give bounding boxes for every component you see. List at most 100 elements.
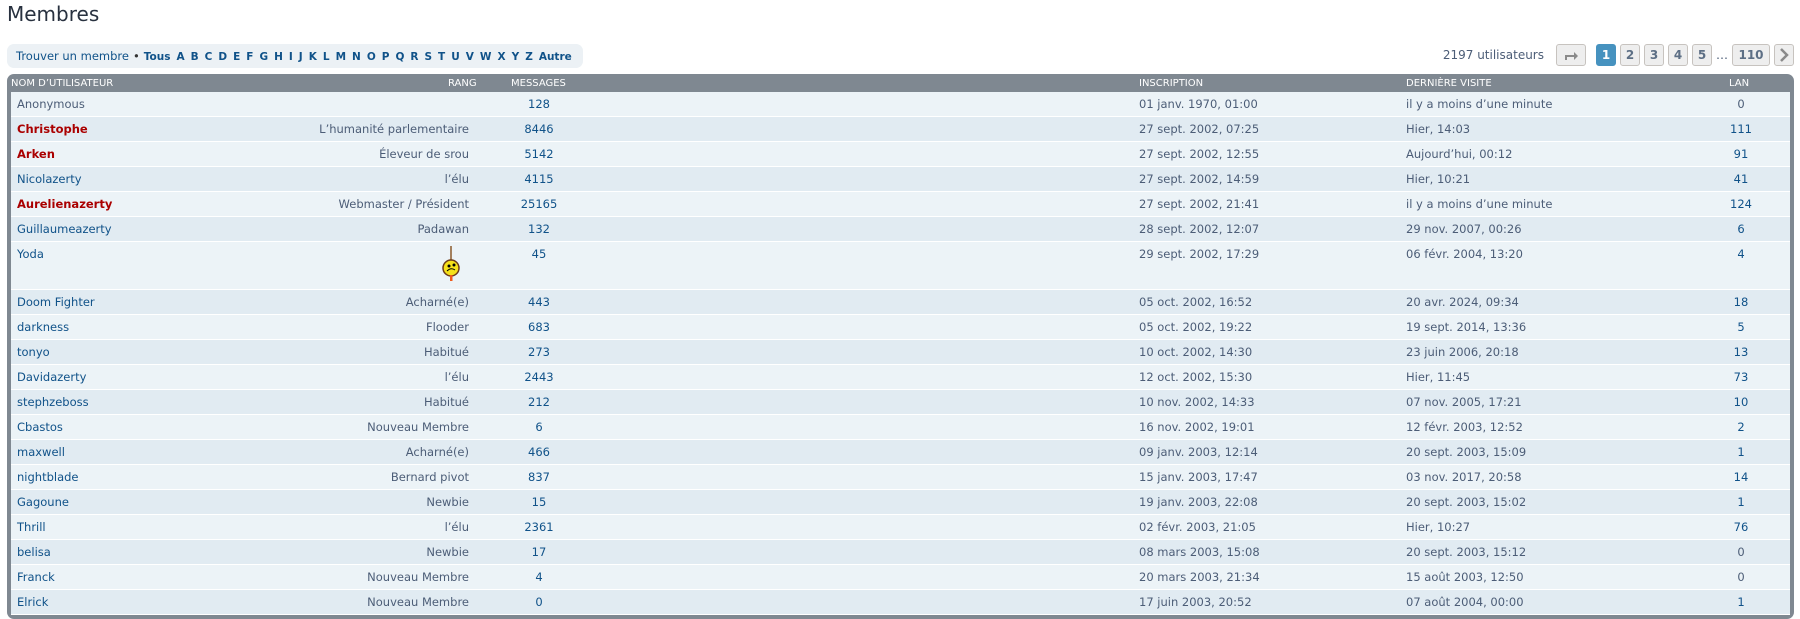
table-row: maxwell Acharné(e) 466 09 janv. 2003, 12…	[11, 440, 1790, 465]
letter-x[interactable]: X	[497, 51, 505, 63]
message-count[interactable]: 5142	[501, 142, 577, 166]
message-count[interactable]: 128	[501, 92, 577, 116]
username[interactable]: stephzeboss	[17, 390, 89, 414]
page-3[interactable]: 3	[1644, 44, 1664, 66]
letter-z[interactable]: Z	[525, 51, 533, 63]
message-count[interactable]: 8446	[501, 117, 577, 141]
message-count[interactable]: 683	[501, 315, 577, 339]
chevron-right-icon[interactable]	[1774, 44, 1794, 66]
message-count[interactable]: 6	[501, 415, 577, 439]
page-4[interactable]: 4	[1668, 44, 1688, 66]
lan-count: 4	[1737, 247, 1745, 261]
col-visit[interactable]: Dernière visite	[1406, 78, 1492, 89]
rank: Nouveau Membre	[367, 570, 469, 584]
letter-v[interactable]: V	[466, 51, 474, 63]
username[interactable]: Elrick	[17, 590, 48, 614]
col-inscription[interactable]: Inscription	[1139, 78, 1203, 89]
col-lan[interactable]: LAN	[1729, 78, 1749, 89]
letter-i[interactable]: I	[289, 51, 293, 63]
username[interactable]: nightblade	[17, 465, 79, 489]
page-1[interactable]: 1	[1596, 44, 1616, 66]
message-count[interactable]: 273	[501, 340, 577, 364]
letter-r[interactable]: R	[410, 51, 418, 63]
table-row: belisa Newbie 17 08 mars 2003, 15:08 20 …	[11, 540, 1790, 565]
message-count[interactable]: 2443	[501, 365, 577, 389]
letter-j[interactable]: J	[299, 51, 303, 63]
username[interactable]: Thrill	[17, 515, 46, 539]
letter-k[interactable]: K	[309, 51, 317, 63]
letter-d[interactable]: D	[218, 51, 227, 63]
message-count[interactable]: 212	[501, 390, 577, 414]
letter-e[interactable]: E	[233, 51, 240, 63]
message-count[interactable]: 443	[501, 290, 577, 314]
message-count[interactable]: 4115	[501, 167, 577, 191]
user-count: 2197 utilisateurs	[1442, 48, 1544, 62]
letter-w[interactable]: W	[480, 51, 492, 63]
message-count[interactable]: 17	[501, 540, 577, 564]
letter-h[interactable]: H	[274, 51, 283, 63]
letter-tous[interactable]: Tous	[144, 51, 171, 63]
page-5[interactable]: 5	[1692, 44, 1712, 66]
username[interactable]: Franck	[17, 565, 55, 589]
table-row: Elrick Nouveau Membre 0 17 juin 2003, 20…	[11, 590, 1790, 615]
username[interactable]: Christophe	[17, 117, 88, 141]
message-count[interactable]: 25165	[501, 192, 577, 216]
letter-q[interactable]: Q	[395, 51, 404, 63]
letter-c[interactable]: C	[205, 51, 213, 63]
lan-count: 124	[1730, 197, 1752, 211]
page-last[interactable]: 110	[1732, 44, 1770, 66]
lan-count: 1	[1737, 595, 1745, 609]
username[interactable]: Davidazerty	[17, 365, 86, 389]
username[interactable]: Arken	[17, 142, 55, 166]
letter-autre[interactable]: Autre	[539, 51, 572, 63]
letter-b[interactable]: B	[191, 51, 199, 63]
letter-t[interactable]: T	[438, 51, 445, 63]
message-count[interactable]: 132	[501, 217, 577, 241]
message-count[interactable]: 45	[501, 242, 577, 266]
letter-y[interactable]: Y	[512, 51, 520, 63]
rank: Habitué	[423, 345, 469, 359]
username[interactable]: maxwell	[17, 440, 65, 464]
message-count[interactable]: 2361	[501, 515, 577, 539]
username[interactable]: tonyo	[17, 340, 50, 364]
username[interactable]: Cbastos	[17, 415, 63, 439]
username[interactable]: Guillaumeazerty	[17, 217, 112, 241]
letter-l[interactable]: L	[323, 51, 330, 63]
message-count[interactable]: 4	[501, 565, 577, 589]
letter-s[interactable]: S	[424, 51, 432, 63]
message-count[interactable]: 466	[501, 440, 577, 464]
share-arrow-icon[interactable]	[1556, 44, 1586, 66]
message-count[interactable]: 837	[501, 465, 577, 489]
message-count[interactable]: 0	[501, 590, 577, 614]
rank: Habitué	[423, 395, 469, 409]
message-count[interactable]: 15	[501, 490, 577, 514]
username[interactable]: Doom Fighter	[17, 290, 95, 314]
lan-count: 10	[1733, 395, 1749, 409]
letter-f[interactable]: F	[246, 51, 253, 63]
lan-count: 1	[1737, 445, 1745, 459]
last-visit: 20 sept. 2003, 15:02	[1406, 495, 1527, 509]
registration-date: 10 oct. 2002, 14:30	[1139, 345, 1253, 359]
username[interactable]: darkness	[17, 315, 69, 339]
username[interactable]: Aurelienazerty	[17, 192, 112, 216]
username[interactable]: belisa	[17, 540, 51, 564]
letter-m[interactable]: M	[336, 51, 346, 63]
username[interactable]: Nicolazerty	[17, 167, 82, 191]
registration-date: 28 sept. 2002, 12:07	[1139, 222, 1260, 236]
letter-p[interactable]: P	[382, 51, 390, 63]
col-messages[interactable]: Messages	[511, 78, 566, 89]
letter-n[interactable]: N	[352, 51, 361, 63]
col-rang[interactable]: Rang	[448, 78, 477, 89]
letter-g[interactable]: G	[259, 51, 268, 63]
find-member-link[interactable]: Trouver un membre	[16, 49, 129, 63]
letter-a[interactable]: A	[176, 51, 184, 63]
page-2[interactable]: 2	[1620, 44, 1640, 66]
letter-o[interactable]: O	[367, 51, 376, 63]
registration-date: 29 sept. 2002, 17:29	[1139, 247, 1260, 261]
letter-u[interactable]: U	[451, 51, 460, 63]
col-name[interactable]: Nom d’utilisateur	[11, 78, 113, 89]
username[interactable]: Gagoune	[17, 490, 69, 514]
registration-date: 27 sept. 2002, 14:59	[1139, 172, 1260, 186]
registration-date: 27 sept. 2002, 07:25	[1139, 122, 1260, 136]
username[interactable]: Yoda	[17, 242, 44, 266]
